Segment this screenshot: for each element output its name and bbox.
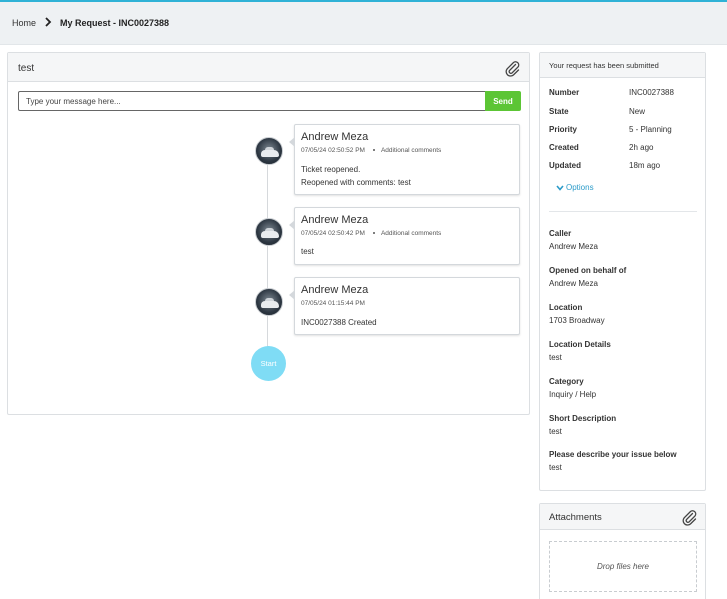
entry-line: Ticket reopened.: [301, 165, 361, 174]
location-value: 1703 Broadway: [549, 316, 605, 325]
short-description-label: Short Description: [549, 414, 617, 423]
opened-on-behalf-label: Opened on behalf of: [549, 266, 627, 275]
priority-value: 5 - Planning: [629, 125, 672, 134]
activity-panel: test Send Andrew Meza 07/05/24 02:50:52 …: [7, 52, 530, 415]
timeline-start-marker: Start: [251, 346, 286, 381]
options-label: Options: [566, 183, 594, 192]
entry-line: Reopened with comments: test: [301, 178, 411, 187]
entry-line: test: [301, 247, 314, 256]
message-input[interactable]: [18, 91, 486, 111]
entry-line: INC0027388 Created: [301, 318, 377, 327]
location-details-label: Location Details: [549, 340, 611, 349]
created-label: Created: [549, 143, 579, 152]
entry-meta: 07/05/24 02:50:52 PM Additional comments: [301, 147, 441, 154]
timeline-entry: Andrew Meza 07/05/24 02:50:42 PM Addition…: [289, 207, 520, 265]
number-value: INC0027388: [629, 88, 674, 97]
file-dropzone[interactable]: Drop files here: [549, 541, 697, 592]
entry-meta: 07/05/24 01:15:44 PM: [301, 300, 365, 307]
issue-description-value: test: [549, 463, 562, 472]
caller-value: Andrew Meza: [549, 242, 598, 251]
avatar: [255, 137, 283, 165]
issue-description-label: Please describe your issue below: [549, 450, 677, 459]
details-header: Your request has been submitted: [549, 61, 659, 70]
activity-title: test: [18, 63, 35, 74]
attachments-panel-header: Attachments: [540, 504, 705, 530]
paperclip-icon[interactable]: [503, 59, 521, 77]
request-details-panel: Your request has been submitted Number I…: [539, 52, 706, 491]
entry-meta: 07/05/24 02:50:42 PM Additional comments: [301, 230, 441, 237]
created-value: 2h ago: [629, 143, 654, 152]
chevron-right-icon: [45, 17, 52, 27]
short-description-value: test: [549, 427, 562, 436]
entry-author: Andrew Meza: [301, 214, 369, 226]
breadcrumb: Home My Request - INC0027388: [0, 2, 727, 45]
updated-value: 18m ago: [629, 161, 661, 170]
paperclip-icon[interactable]: [680, 508, 698, 526]
breadcrumb-current: My Request - INC0027388: [60, 18, 170, 28]
opened-on-behalf-value: Andrew Meza: [549, 279, 598, 288]
entry-body: Ticket reopened. Reopened with comments:…: [301, 163, 411, 189]
details-panel-header: Your request has been submitted: [540, 53, 705, 78]
options-toggle[interactable]: Options: [556, 183, 594, 192]
activity-panel-header: test: [8, 53, 529, 82]
send-button[interactable]: Send: [485, 91, 521, 111]
divider: [549, 211, 697, 212]
location-details-value: test: [549, 353, 562, 362]
state-label: State: [549, 107, 569, 116]
entry-type: Additional comments: [380, 147, 442, 154]
chevron-down-icon: [556, 185, 564, 191]
entry-body: INC0027388 Created: [301, 316, 377, 329]
entry-timestamp: 07/05/24 02:50:52 PM: [301, 147, 365, 154]
avatar: [255, 288, 283, 316]
category-value: Inquiry / Help: [549, 390, 597, 399]
entry-type: Additional comments: [380, 230, 442, 237]
state-value: New: [629, 107, 646, 116]
entry-body: test: [301, 245, 314, 258]
category-label: Category: [549, 377, 584, 386]
dropzone-label: Drop files here: [596, 562, 650, 571]
timeline-entry: Andrew Meza 07/05/24 02:50:52 PM Addition…: [289, 124, 520, 195]
priority-label: Priority: [549, 125, 578, 134]
breadcrumb-home-link[interactable]: Home: [12, 18, 36, 28]
timeline-entry: Andrew Meza 07/05/24 01:15:44 PM INC0027…: [289, 277, 520, 335]
caller-label: Caller: [549, 229, 572, 238]
avatar: [255, 218, 283, 246]
entry-author: Andrew Meza: [301, 131, 369, 143]
updated-label: Updated: [549, 161, 581, 170]
entry-author: Andrew Meza: [301, 284, 369, 296]
timeline-line: [267, 153, 268, 363]
entry-timestamp: 07/05/24 02:50:42 PM: [301, 230, 365, 237]
entry-timestamp: 07/05/24 01:15:44 PM: [301, 300, 365, 307]
attachments-panel: Attachments Drop files here: [539, 503, 706, 599]
location-label: Location: [549, 303, 583, 312]
attachments-title: Attachments: [549, 512, 602, 523]
number-label: Number: [549, 88, 580, 97]
